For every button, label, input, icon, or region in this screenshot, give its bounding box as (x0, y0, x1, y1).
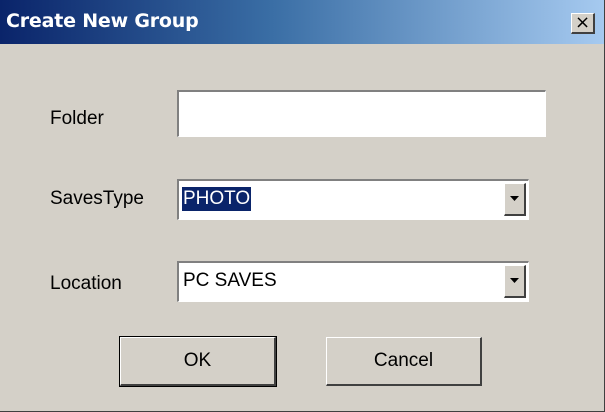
chevron-down-icon (510, 196, 519, 201)
saves-type-dropdown-button[interactable] (504, 183, 526, 216)
cancel-button[interactable]: Cancel (326, 337, 482, 386)
location-label: Location (50, 273, 122, 294)
saves-type-label: SavesType (50, 188, 144, 209)
close-icon: × (574, 12, 591, 33)
saves-type-value: PHOTO (180, 186, 253, 212)
close-button[interactable]: × (571, 13, 595, 34)
folder-input[interactable] (177, 90, 546, 137)
ok-button[interactable]: OK (119, 336, 277, 387)
location-value: PC SAVES (183, 270, 277, 291)
saves-type-select[interactable]: PHOTO (177, 179, 529, 220)
folder-label: Folder (50, 108, 104, 129)
location-dropdown-button[interactable] (504, 265, 526, 298)
chevron-down-icon (510, 278, 519, 283)
create-new-group-dialog: Create New Group × Folder SavesType PHOT… (0, 0, 605, 412)
window-title: Create New Group (6, 10, 199, 32)
location-select[interactable]: PC SAVES (177, 261, 529, 302)
title-bar[interactable]: Create New Group × (0, 0, 604, 44)
